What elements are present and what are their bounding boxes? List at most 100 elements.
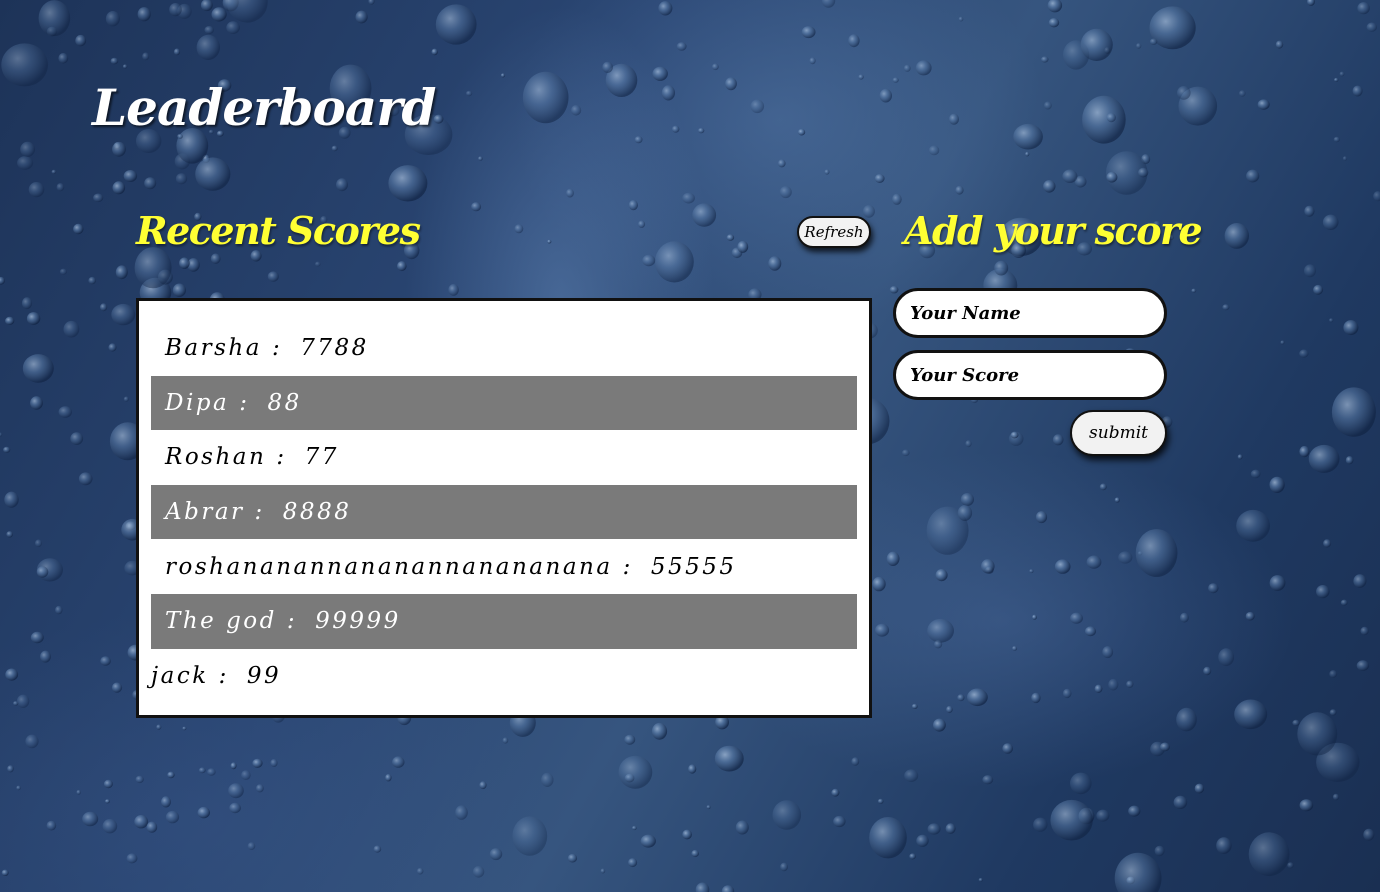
water-droplet — [146, 821, 158, 833]
score-separator: : — [239, 389, 250, 416]
water-droplet — [76, 789, 81, 795]
water-droplet — [100, 303, 108, 312]
water-droplet — [1135, 529, 1178, 577]
water-droplet — [547, 239, 552, 244]
water-droplet — [1308, 444, 1340, 473]
water-droplet — [58, 406, 72, 418]
water-droplet — [167, 771, 175, 779]
water-droplet — [567, 853, 578, 863]
water-droplet — [431, 48, 438, 56]
water-droplet — [3, 446, 11, 453]
water-droplet — [688, 764, 697, 774]
water-droplet — [174, 153, 190, 170]
water-droplet — [1176, 707, 1197, 732]
water-droplet — [1126, 680, 1134, 688]
water-droplet — [926, 506, 969, 555]
water-droplet — [1054, 559, 1071, 574]
water-droplet — [862, 205, 875, 218]
water-droplet — [105, 799, 110, 804]
water-droplet — [874, 174, 885, 183]
water-droplet — [355, 10, 368, 24]
water-droplet — [1343, 320, 1359, 336]
water-droplet — [1246, 169, 1260, 183]
water-droplet — [195, 157, 231, 191]
score-separator: : — [286, 608, 298, 635]
water-droplet — [798, 128, 806, 136]
water-droplet — [735, 820, 749, 835]
water-droplet — [778, 159, 786, 168]
water-droplet — [1299, 799, 1314, 812]
water-droplet — [187, 258, 200, 272]
water-droplet — [877, 798, 884, 804]
water-droplet — [600, 868, 606, 874]
water-droplet — [388, 165, 428, 202]
water-droplet — [7, 765, 14, 773]
water-droplet — [397, 261, 407, 272]
score-separator: : — [254, 499, 265, 526]
water-droplet — [1366, 22, 1378, 32]
water-droplet — [982, 775, 994, 785]
water-droplet — [172, 283, 186, 297]
water-droplet — [851, 757, 860, 766]
refresh-button[interactable]: Refresh — [797, 216, 871, 248]
water-droplet — [1149, 6, 1196, 50]
name-input[interactable] — [893, 288, 1167, 338]
water-droplet — [103, 779, 113, 789]
water-droplet — [448, 284, 459, 296]
water-droplet — [1203, 666, 1212, 676]
water-droplet — [821, 0, 836, 8]
water-droplet — [1357, 2, 1370, 15]
water-droplet — [466, 90, 473, 97]
water-droplet — [1074, 175, 1087, 188]
water-droplet — [960, 493, 975, 506]
water-droplet — [197, 806, 210, 819]
water-droplet — [1329, 709, 1337, 716]
water-droplet — [51, 169, 57, 174]
water-droplet — [30, 631, 44, 644]
water-droplet — [946, 705, 953, 714]
water-droplet — [1331, 387, 1376, 437]
water-droplet — [933, 718, 946, 732]
water-droplet — [1086, 555, 1102, 569]
water-droplet — [651, 722, 668, 740]
water-droplet — [1, 869, 9, 876]
water-droplet — [848, 34, 860, 48]
water-droplet — [1329, 670, 1338, 678]
water-droplet — [435, 4, 477, 45]
water-droplet — [958, 16, 964, 22]
water-droplet — [1010, 431, 1019, 439]
water-droplet — [1047, 0, 1063, 13]
water-droplet — [5, 316, 15, 325]
water-droplet — [1063, 40, 1090, 70]
water-droplet — [978, 878, 983, 882]
water-droplet — [331, 145, 338, 152]
water-droplet — [111, 303, 136, 326]
water-droplet — [1044, 101, 1052, 110]
water-droplet — [123, 396, 129, 402]
water-droplet — [4, 491, 19, 508]
water-droplet — [46, 26, 58, 37]
water-droplet — [26, 312, 41, 325]
water-droplet — [1275, 40, 1284, 49]
recent-scores-heading: Recent Scores — [136, 208, 421, 253]
player-name: The god — [165, 608, 277, 635]
player-name: Dipa — [165, 389, 230, 416]
water-droplet — [1114, 852, 1162, 892]
water-droplet — [88, 276, 96, 285]
water-droplet — [1104, 47, 1111, 54]
submit-button[interactable]: submit — [1070, 410, 1167, 456]
water-droplet — [1105, 151, 1148, 195]
water-droplet — [165, 810, 180, 824]
score-input[interactable] — [893, 350, 1167, 400]
water-droplet — [1002, 743, 1013, 754]
water-droplet — [1316, 742, 1360, 782]
water-droplet — [336, 178, 348, 192]
water-droplet — [927, 618, 954, 643]
water-droplet — [935, 569, 948, 582]
water-droplet — [373, 845, 382, 853]
player-name: roshananannananannanananana — [165, 553, 613, 580]
water-droplet — [267, 271, 279, 282]
water-droplet — [571, 105, 582, 116]
water-droplet — [514, 224, 524, 234]
water-droplet — [125, 521, 136, 531]
